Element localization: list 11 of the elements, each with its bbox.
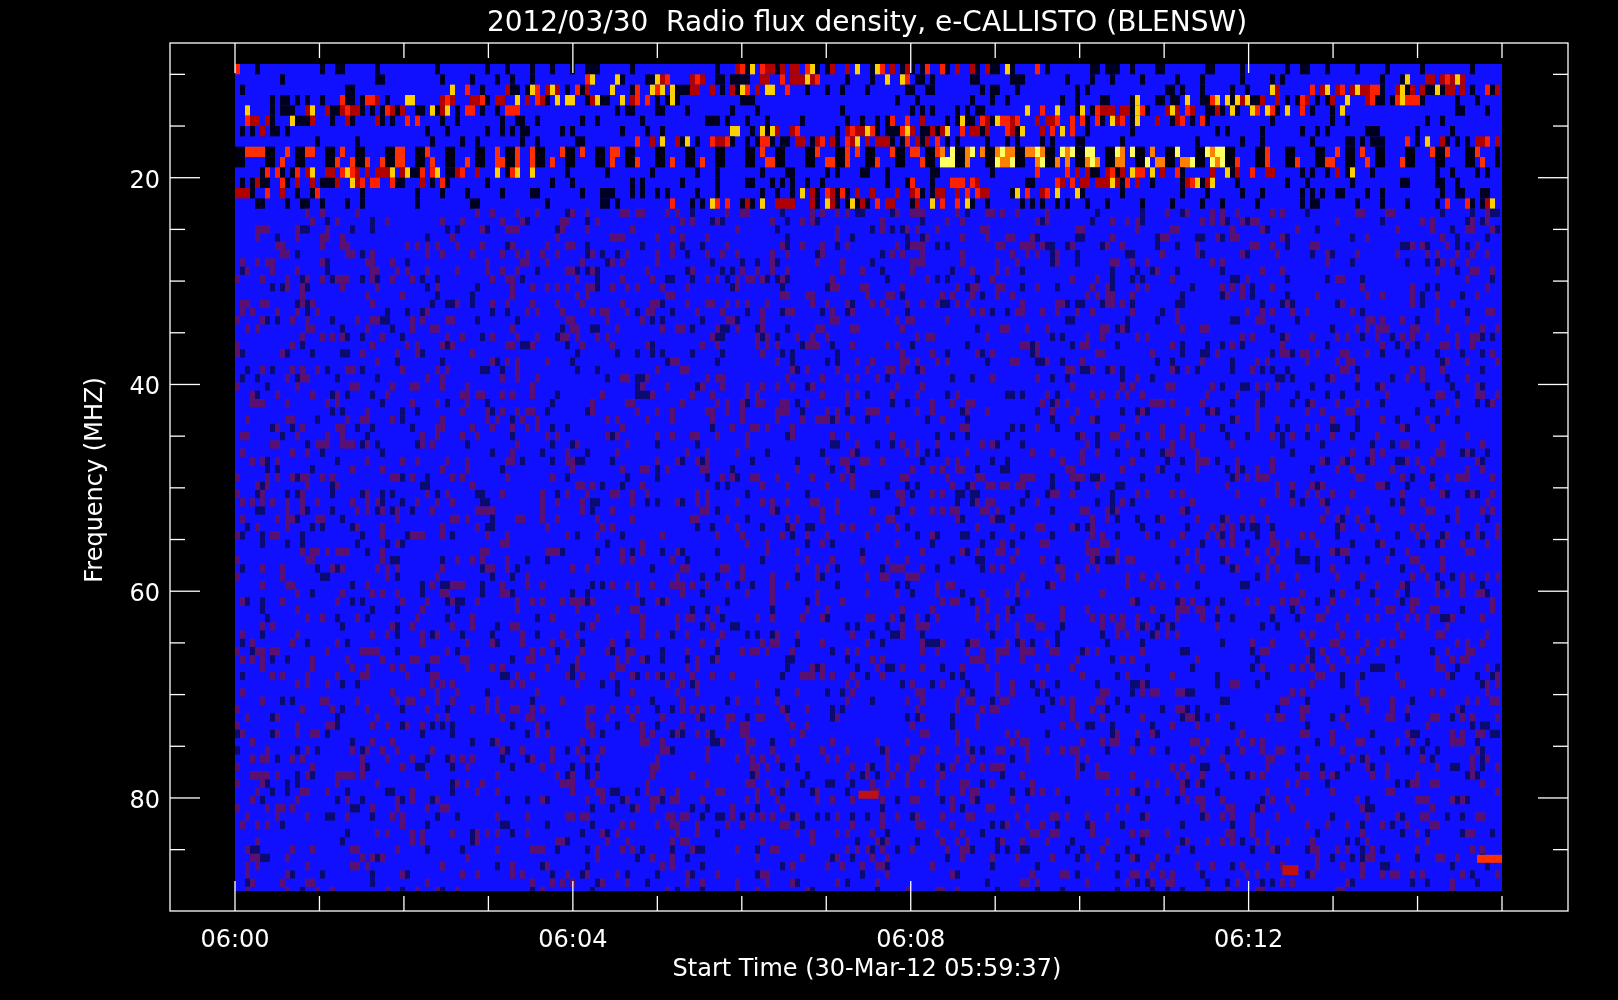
tick-label: 06:08: [876, 925, 946, 953]
tick-label: 80: [129, 785, 160, 814]
axis-label: Start Time (30-Mar-12 05:59:37): [672, 954, 1062, 982]
tick-label: 40: [129, 372, 160, 401]
tick-label: 06:04: [538, 925, 608, 953]
axis-label: Frequency (MHZ): [80, 377, 108, 583]
tick-label: 20: [129, 165, 160, 194]
chart-title: 2012/03/30 Radio flux density, e-CALLISTO (BLENSW): [486, 5, 1248, 38]
tick-label: 06:00: [200, 925, 270, 953]
tick-label: 60: [129, 579, 160, 608]
tick-label: 06:12: [1214, 925, 1284, 953]
